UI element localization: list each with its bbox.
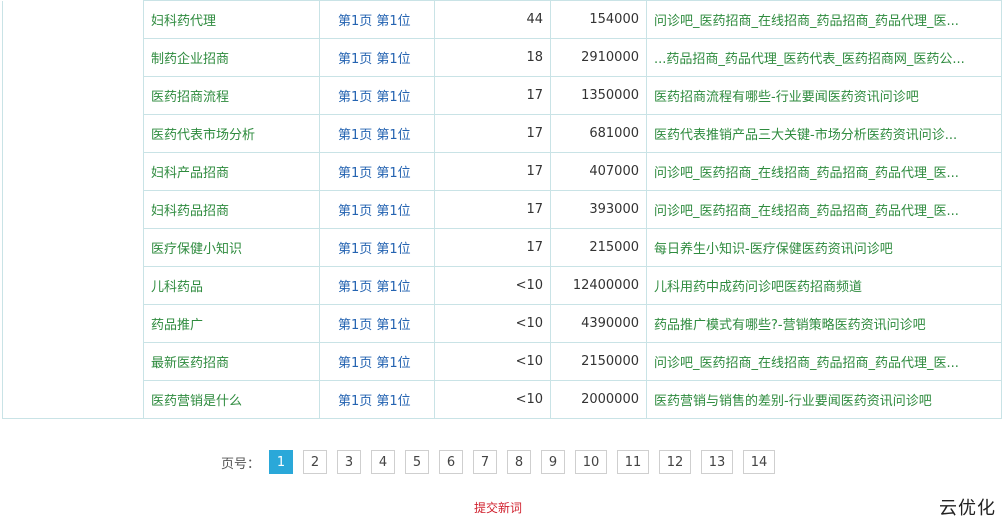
keyword-ranking-table: 妇科药代理 第1页 第1位 44 154000 问诊吧_医药招商_在线招商_药品招商_药… bbox=[2, 0, 1002, 419]
page-button-13[interactable]: 13 bbox=[701, 450, 734, 474]
index-cell: 17 bbox=[434, 76, 551, 115]
index-cell: <10 bbox=[434, 342, 551, 381]
page-button-9[interactable]: 9 bbox=[541, 450, 566, 474]
rank-cell: 第1页 第1位 bbox=[319, 152, 435, 191]
keyword-link[interactable]: 医药营销是什么 bbox=[143, 380, 320, 419]
volume-cell: 12400000 bbox=[550, 266, 647, 305]
index-cell: 17 bbox=[434, 114, 551, 153]
table-row: 妇科药品招商 第1页 第1位 17 393000 问诊吧_医药招商_在线招商_药品招商_… bbox=[3, 190, 1002, 229]
index-cell: <10 bbox=[434, 304, 551, 343]
keyword-link[interactable]: 最新医药招商 bbox=[143, 342, 320, 381]
pagination-label: 页号： bbox=[221, 456, 261, 472]
page-title-cell: 儿科用药中成药问诊吧医药招商频道 bbox=[646, 266, 1002, 305]
table-row: 药品推广 第1页 第1位 <10 4390000 药品推广模式有哪些?-营销策略医药资讯… bbox=[3, 304, 1002, 343]
rank-cell: 第1页 第1位 bbox=[319, 190, 435, 229]
page-button-3[interactable]: 3 bbox=[337, 450, 362, 474]
index-cell: 17 bbox=[434, 152, 551, 191]
index-cell: <10 bbox=[434, 380, 551, 419]
table-row: 医药招商流程 第1页 第1位 17 1350000 医药招商流程有哪些-行业要闻医药资讯… bbox=[3, 76, 1002, 115]
page-button-12[interactable]: 12 bbox=[659, 450, 692, 474]
keyword-link[interactable]: 医疗保健小知识 bbox=[143, 228, 320, 267]
brand-logo: 云优化 bbox=[939, 498, 996, 519]
rank-cell: 第1页 第1位 bbox=[319, 228, 435, 267]
pagination: 页号： 1 2 3 4 5 6 7 8 9 10 11 12 13 14 bbox=[221, 450, 785, 474]
rank-cell: 第1页 第1位 bbox=[319, 0, 435, 39]
table-row: 医药营销是什么 第1页 第1位 <10 2000000 医药营销与销售的差别-行业要闻医… bbox=[3, 380, 1002, 419]
index-cell: 17 bbox=[434, 228, 551, 267]
page-title-cell: 医药代表推销产品三大关键-市场分析医药资讯问诊... bbox=[646, 114, 1002, 153]
keyword-link[interactable]: 妇科产品招商 bbox=[143, 152, 320, 191]
page-button-8[interactable]: 8 bbox=[507, 450, 532, 474]
index-cell: 44 bbox=[434, 0, 551, 39]
rank-cell: 第1页 第1位 bbox=[319, 304, 435, 343]
page-title-cell: 药品推广模式有哪些?-营销策略医药资讯问诊吧 bbox=[646, 304, 1002, 343]
rank-cell: 第1页 第1位 bbox=[319, 114, 435, 153]
table-row: 最新医药招商 第1页 第1位 <10 2150000 问诊吧_医药招商_在线招商_药品招… bbox=[3, 342, 1002, 381]
page-button-11[interactable]: 11 bbox=[617, 450, 650, 474]
volume-cell: 2910000 bbox=[550, 38, 647, 77]
page-title-cell: 问诊吧_医药招商_在线招商_药品招商_药品代理_医... bbox=[646, 152, 1002, 191]
page-button-1[interactable]: 1 bbox=[269, 450, 294, 474]
page-button-7[interactable]: 7 bbox=[473, 450, 498, 474]
table-row: 制药企业招商 第1页 第1位 18 2910000 ...药品招商_药品代理_医药代表_… bbox=[3, 38, 1002, 77]
table-row: 医疗保健小知识 第1页 第1位 17 215000 每日养生小知识-医疗保健医药资讯问诊… bbox=[3, 228, 1002, 267]
page-button-14[interactable]: 14 bbox=[743, 450, 776, 474]
page-title-cell: 问诊吧_医药招商_在线招商_药品招商_药品代理_医... bbox=[646, 0, 1002, 39]
table-row: 医药代表市场分析 第1页 第1位 17 681000 医药代表推销产品三大关键-市场分析… bbox=[3, 114, 1002, 153]
page-title-cell: 每日养生小知识-医疗保健医药资讯问诊吧 bbox=[646, 228, 1002, 267]
page-title-cell: 问诊吧_医药招商_在线招商_药品招商_药品代理_医... bbox=[646, 342, 1002, 381]
rank-cell: 第1页 第1位 bbox=[319, 266, 435, 305]
page-button-4[interactable]: 4 bbox=[371, 450, 396, 474]
page-button-5[interactable]: 5 bbox=[405, 450, 430, 474]
index-cell: 17 bbox=[434, 190, 551, 229]
group-cell bbox=[2, 0, 144, 419]
keyword-link[interactable]: 医药代表市场分析 bbox=[143, 114, 320, 153]
rank-cell: 第1页 第1位 bbox=[319, 76, 435, 115]
volume-cell: 4390000 bbox=[550, 304, 647, 343]
page-button-10[interactable]: 10 bbox=[575, 450, 608, 474]
volume-cell: 1350000 bbox=[550, 76, 647, 115]
table-row: 儿科药品 第1页 第1位 <10 12400000 儿科用药中成药问诊吧医药招商频道 bbox=[3, 266, 1002, 305]
volume-cell: 393000 bbox=[550, 190, 647, 229]
table-row: 妇科药代理 第1页 第1位 44 154000 问诊吧_医药招商_在线招商_药品招商_药… bbox=[2, 0, 1002, 419]
rank-cell: 第1页 第1位 bbox=[319, 342, 435, 381]
volume-cell: 2000000 bbox=[550, 380, 647, 419]
keyword-link[interactable]: 医药招商流程 bbox=[143, 76, 320, 115]
volume-cell: 2150000 bbox=[550, 342, 647, 381]
index-cell: 18 bbox=[434, 38, 551, 77]
index-cell: <10 bbox=[434, 266, 551, 305]
page-button-2[interactable]: 2 bbox=[303, 450, 328, 474]
volume-cell: 154000 bbox=[550, 0, 647, 39]
keyword-link[interactable]: 妇科药品招商 bbox=[143, 190, 320, 229]
keyword-link[interactable]: 制药企业招商 bbox=[143, 38, 320, 77]
volume-cell: 407000 bbox=[550, 152, 647, 191]
ranking-table-body: 妇科药代理 第1页 第1位 44 154000 问诊吧_医药招商_在线招商_药品招商_药… bbox=[2, 0, 1002, 419]
rank-cell: 第1页 第1位 bbox=[319, 38, 435, 77]
page-title-cell: ...药品招商_药品代理_医药代表_医药招商网_医药公... bbox=[646, 38, 1002, 77]
keyword-link[interactable]: 妇科药代理 bbox=[143, 0, 320, 39]
ranking-table: 妇科药代理 第1页 第1位 44 154000 问诊吧_医药招商_在线招商_药品招商_药… bbox=[2, 0, 1002, 419]
volume-cell: 681000 bbox=[550, 114, 647, 153]
keyword-link[interactable]: 儿科药品 bbox=[143, 266, 320, 305]
page-button-6[interactable]: 6 bbox=[439, 450, 464, 474]
pagination-pages: 1 2 3 4 5 6 7 8 9 10 11 12 13 14 bbox=[269, 450, 785, 474]
page-title-cell: 问诊吧_医药招商_在线招商_药品招商_药品代理_医... bbox=[646, 190, 1002, 229]
submit-new-keyword-link[interactable]: 提交新词 bbox=[474, 499, 522, 516]
keyword-link[interactable]: 药品推广 bbox=[143, 304, 320, 343]
rank-cell: 第1页 第1位 bbox=[319, 380, 435, 419]
page-title-cell: 医药招商流程有哪些-行业要闻医药资讯问诊吧 bbox=[646, 76, 1002, 115]
table-row: 妇科产品招商 第1页 第1位 17 407000 问诊吧_医药招商_在线招商_药品招商_… bbox=[3, 152, 1002, 191]
page-title-cell: 医药营销与销售的差别-行业要闻医药资讯问诊吧 bbox=[646, 380, 1002, 419]
volume-cell: 215000 bbox=[550, 228, 647, 267]
